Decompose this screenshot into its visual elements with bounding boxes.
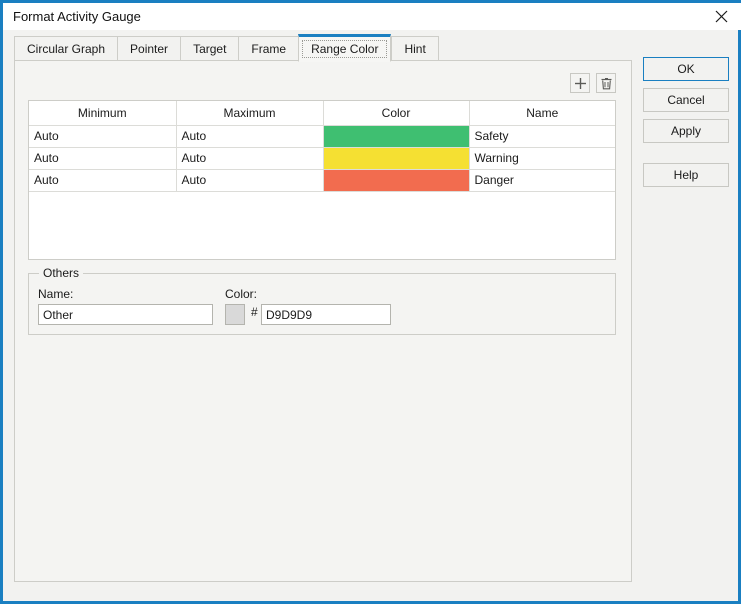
color-swatch [324, 126, 469, 147]
dialog-window: Format Activity Gauge Circular Graph Poi… [0, 0, 741, 604]
tab-label: Hint [404, 42, 425, 56]
others-color-hex-input[interactable] [261, 304, 391, 325]
table-row[interactable]: Auto Auto Danger [29, 170, 615, 192]
tab-hint[interactable]: Hint [391, 36, 438, 61]
cell-minimum[interactable]: Auto [29, 126, 176, 148]
tab-strip: Circular Graph Pointer Target Frame Rang… [14, 34, 439, 61]
table-toolbar [570, 73, 616, 93]
others-color-label: Color: [225, 287, 257, 301]
cell-name[interactable]: Safety [469, 126, 615, 148]
others-name-label: Name: [38, 287, 73, 301]
close-icon [715, 10, 728, 23]
plus-icon [574, 77, 587, 90]
table-header-row: Minimum Maximum Color Name [29, 101, 615, 126]
cell-text: Auto [29, 126, 176, 147]
tab-label: Target [193, 42, 226, 56]
cell-text: Warning [470, 148, 616, 169]
tab-range-color[interactable]: Range Color [298, 34, 391, 62]
table-row[interactable]: Auto Auto Warning [29, 148, 615, 170]
close-button[interactable] [698, 3, 741, 30]
column-header-name[interactable]: Name [469, 101, 615, 126]
title-bar: Format Activity Gauge [3, 0, 741, 30]
cell-color[interactable] [323, 126, 469, 148]
tab-pointer[interactable]: Pointer [117, 36, 180, 61]
column-header-maximum[interactable]: Maximum [176, 101, 323, 126]
window-title: Format Activity Gauge [13, 9, 141, 24]
cell-text: Auto [177, 170, 323, 191]
cancel-button[interactable]: Cancel [643, 88, 729, 112]
others-group: Others Name: Color: # [28, 273, 616, 335]
column-header-color[interactable]: Color [323, 101, 469, 126]
apply-button[interactable]: Apply [643, 119, 729, 143]
column-header-minimum[interactable]: Minimum [29, 101, 176, 126]
hash-symbol: # [251, 305, 258, 319]
color-swatch [324, 170, 469, 191]
tab-label: Frame [251, 42, 286, 56]
range-color-table: Minimum Maximum Color Name Auto Auto Saf… [29, 101, 615, 192]
tab-label: Range Color [311, 42, 378, 56]
tab-page-range-color: Minimum Maximum Color Name Auto Auto Saf… [14, 60, 632, 582]
range-color-table-panel: Minimum Maximum Color Name Auto Auto Saf… [28, 100, 616, 260]
tab-target[interactable]: Target [180, 36, 238, 61]
others-name-input[interactable] [38, 304, 213, 325]
dialog-button-column: OK Cancel Apply Help [643, 57, 729, 187]
cell-maximum[interactable]: Auto [176, 148, 323, 170]
tab-frame[interactable]: Frame [238, 36, 298, 61]
cell-text: Safety [470, 126, 616, 147]
tab-label: Circular Graph [27, 42, 105, 56]
others-legend: Others [39, 266, 83, 280]
cell-text: Auto [29, 148, 176, 169]
cell-text: Auto [177, 126, 323, 147]
cell-text: Auto [29, 170, 176, 191]
trash-icon [600, 77, 613, 90]
cell-name[interactable]: Warning [469, 148, 615, 170]
tab-label: Pointer [130, 42, 168, 56]
cell-text: Auto [177, 148, 323, 169]
cell-minimum[interactable]: Auto [29, 148, 176, 170]
cell-color[interactable] [323, 170, 469, 192]
cell-color[interactable] [323, 148, 469, 170]
table-row[interactable]: Auto Auto Safety [29, 126, 615, 148]
cell-minimum[interactable]: Auto [29, 170, 176, 192]
others-color-swatch-button[interactable] [225, 304, 245, 325]
color-swatch [324, 148, 469, 169]
cell-text: Danger [470, 170, 616, 191]
help-button[interactable]: Help [643, 163, 729, 187]
cell-maximum[interactable]: Auto [176, 126, 323, 148]
cell-maximum[interactable]: Auto [176, 170, 323, 192]
add-range-button[interactable] [570, 73, 590, 93]
cell-name[interactable]: Danger [469, 170, 615, 192]
tab-circular-graph[interactable]: Circular Graph [14, 36, 117, 61]
delete-range-button[interactable] [596, 73, 616, 93]
ok-button[interactable]: OK [643, 57, 729, 81]
